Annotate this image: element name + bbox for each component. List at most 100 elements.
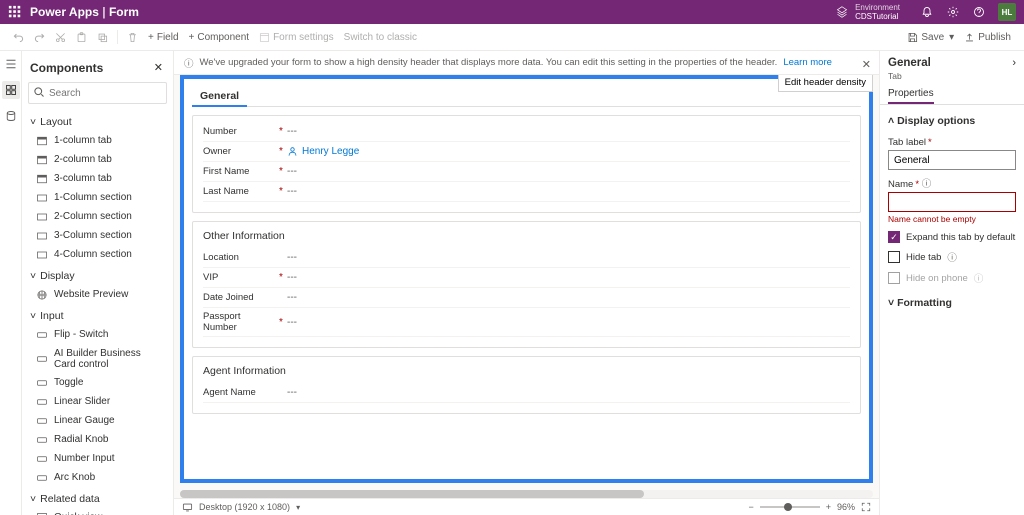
group-display[interactable]: ˅Display bbox=[26, 264, 169, 285]
chevron-right-icon[interactable]: › bbox=[1012, 57, 1016, 69]
copy-button[interactable] bbox=[92, 24, 113, 50]
component-item[interactable]: 1-Column section bbox=[26, 188, 169, 207]
close-notification-icon[interactable]: ✕ bbox=[862, 58, 871, 71]
form-field[interactable]: Owner*Henry Legge bbox=[203, 142, 850, 162]
user-avatar[interactable]: HL bbox=[998, 3, 1016, 21]
name-input[interactable] bbox=[888, 192, 1016, 212]
component-icon bbox=[36, 353, 48, 365]
publish-button[interactable]: Publish bbox=[959, 24, 1016, 50]
redo-button[interactable] bbox=[29, 24, 50, 50]
switch-classic-button[interactable]: Switch to classic bbox=[339, 24, 422, 50]
info-icon: ⓘ bbox=[974, 271, 984, 285]
group-related[interactable]: ˅Related data bbox=[26, 487, 169, 508]
section-display-options[interactable]: ˄ Display options bbox=[888, 111, 1016, 131]
components-search[interactable] bbox=[28, 82, 167, 104]
component-item[interactable]: Flip - Switch bbox=[26, 325, 169, 344]
settings-icon[interactable] bbox=[943, 2, 963, 22]
fit-icon[interactable] bbox=[861, 502, 871, 512]
component-item[interactable]: 3-Column section bbox=[26, 226, 169, 245]
component-item[interactable]: 1-column tab bbox=[26, 131, 169, 150]
component-item[interactable]: Website Preview bbox=[26, 285, 169, 304]
chevron-down-icon: ˅ bbox=[30, 310, 36, 322]
rail-components-icon[interactable] bbox=[2, 81, 20, 99]
component-icon bbox=[36, 453, 48, 465]
field-label: Date Joined bbox=[203, 292, 275, 303]
component-item[interactable]: AI Builder Business Card control bbox=[26, 344, 169, 373]
form-field[interactable]: Last Name*--- bbox=[203, 182, 850, 202]
info-icon[interactable]: ⓘ bbox=[947, 250, 957, 264]
group-layout[interactable]: ˅Layout bbox=[26, 110, 169, 131]
component-item[interactable]: Radial Knob bbox=[26, 430, 169, 449]
tab-general[interactable]: General bbox=[192, 85, 247, 107]
component-item[interactable]: 3-column tab bbox=[26, 169, 169, 188]
save-button[interactable]: Save▾ bbox=[902, 24, 959, 50]
zoom-out-icon[interactable]: − bbox=[748, 502, 753, 512]
help-icon[interactable] bbox=[969, 2, 989, 22]
rail-data-icon[interactable] bbox=[2, 107, 20, 125]
field-label: First Name bbox=[203, 166, 275, 177]
info-icon[interactable]: ⓘ bbox=[922, 179, 932, 190]
command-bar: +Field +Component Form settings Switch t… bbox=[0, 24, 1024, 51]
component-item[interactable]: Arc Knob bbox=[26, 468, 169, 487]
properties-tab[interactable]: Properties bbox=[888, 85, 934, 104]
form-section[interactable]: Number*---Owner*Henry LeggeFirst Name*--… bbox=[192, 115, 861, 213]
component-icon bbox=[36, 434, 48, 446]
component-item[interactable]: 2-Column section bbox=[26, 207, 169, 226]
form-field[interactable]: First Name*--- bbox=[203, 162, 850, 182]
field-value: --- bbox=[287, 272, 850, 283]
zoom-in-icon[interactable]: + bbox=[826, 502, 831, 512]
form-settings-button[interactable]: Form settings bbox=[254, 24, 339, 50]
device-label[interactable]: Desktop (1920 x 1080) bbox=[199, 502, 290, 512]
cut-button[interactable] bbox=[50, 24, 71, 50]
paste-button[interactable] bbox=[71, 24, 92, 50]
hide-tab-checkbox[interactable]: Hide tab ⓘ bbox=[888, 250, 1016, 264]
zoom-control[interactable]: − + 96% bbox=[748, 502, 871, 512]
form-field[interactable]: Location--- bbox=[203, 248, 850, 268]
add-field-button[interactable]: +Field bbox=[143, 24, 184, 50]
form-field[interactable]: Passport Number*--- bbox=[203, 308, 850, 337]
undo-button[interactable] bbox=[8, 24, 29, 50]
expand-checkbox[interactable]: ✓Expand this tab by default bbox=[888, 231, 1016, 243]
form-field[interactable]: Number*--- bbox=[203, 122, 850, 142]
form-section[interactable]: Agent InformationAgent Name--- bbox=[192, 356, 861, 414]
group-input[interactable]: ˅Input bbox=[26, 304, 169, 325]
component-icon bbox=[36, 329, 48, 341]
waffle-icon[interactable] bbox=[8, 5, 22, 19]
form-field[interactable]: Agent Name--- bbox=[203, 383, 850, 403]
tab-label-label: Tab label* bbox=[888, 137, 1016, 148]
field-value: --- bbox=[287, 317, 850, 328]
horizontal-scrollbar[interactable] bbox=[180, 490, 873, 498]
component-icon bbox=[36, 512, 48, 515]
component-label: Linear Slider bbox=[54, 396, 110, 407]
component-label: Flip - Switch bbox=[54, 329, 108, 340]
field-value: --- bbox=[287, 292, 850, 303]
component-item[interactable]: 2-column tab bbox=[26, 150, 169, 169]
add-component-button[interactable]: +Component bbox=[184, 24, 255, 50]
field-value: --- bbox=[287, 166, 850, 177]
tab-label-input[interactable] bbox=[888, 150, 1016, 170]
component-item[interactable]: Toggle bbox=[26, 373, 169, 392]
delete-button[interactable] bbox=[122, 24, 143, 50]
learn-more-link[interactable]: Learn more bbox=[783, 57, 832, 68]
chevron-down-icon: ˅ bbox=[30, 493, 36, 505]
form-section[interactable]: Other InformationLocation---VIP*---Date … bbox=[192, 221, 861, 348]
environment-picker[interactable]: Environment CDSTutorial bbox=[855, 3, 900, 21]
component-label: Linear Gauge bbox=[54, 415, 115, 426]
component-item[interactable]: Linear Gauge bbox=[26, 411, 169, 430]
edit-header-density-button[interactable]: Edit header density bbox=[778, 75, 873, 92]
form-tab-selection[interactable]: General Number*---Owner*Henry LeggeFirst… bbox=[180, 75, 873, 483]
section-formatting[interactable]: ˅ Formatting bbox=[888, 293, 1016, 313]
close-panel-icon[interactable]: ✕ bbox=[152, 59, 165, 76]
component-item[interactable]: Quick view bbox=[26, 508, 169, 515]
component-item[interactable]: Number Input bbox=[26, 449, 169, 468]
rail-tree-icon[interactable] bbox=[2, 55, 20, 73]
environment-icon[interactable] bbox=[832, 2, 852, 22]
component-label: 3-Column section bbox=[54, 230, 132, 241]
form-field[interactable]: Date Joined --- bbox=[203, 288, 850, 308]
component-item[interactable]: 4-Column section bbox=[26, 245, 169, 264]
search-input[interactable] bbox=[28, 82, 167, 104]
component-item[interactable]: Linear Slider bbox=[26, 392, 169, 411]
zoom-slider[interactable] bbox=[760, 506, 820, 508]
form-field[interactable]: VIP*--- bbox=[203, 268, 850, 288]
notifications-icon[interactable] bbox=[917, 2, 937, 22]
